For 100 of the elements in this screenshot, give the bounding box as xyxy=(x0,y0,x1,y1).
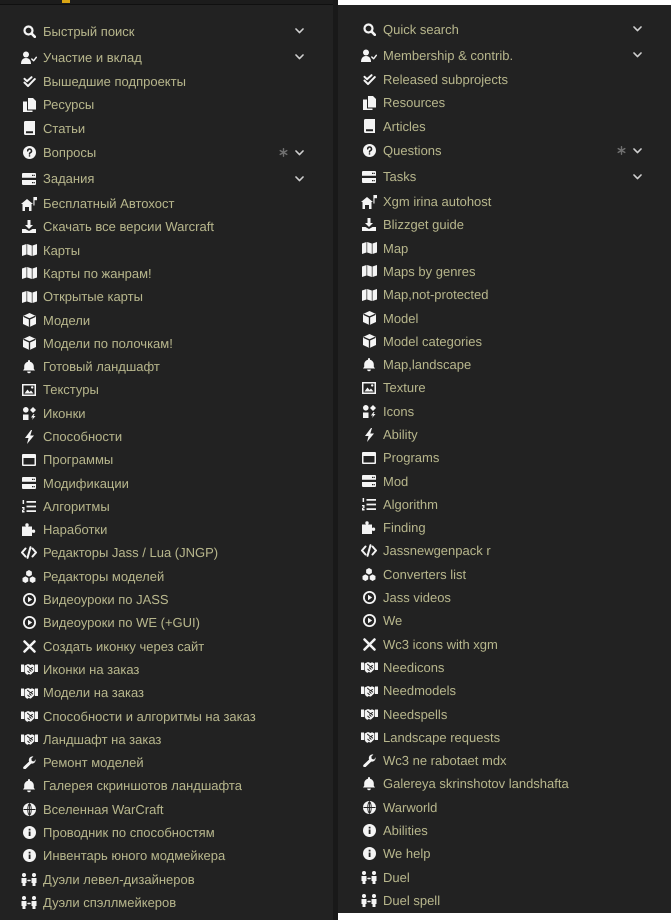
menu-link[interactable]: Дуэли спэллмейкеров xyxy=(20,894,176,910)
menu-link[interactable]: Ресурсы xyxy=(20,97,94,112)
menu-link[interactable]: Programs xyxy=(360,450,440,466)
menu-link[interactable]: Jass videos xyxy=(360,590,451,606)
menu-link[interactable]: Иконки на заказ xyxy=(20,662,140,677)
two-people-icon xyxy=(21,896,37,909)
menu-link[interactable]: Xgm irina autohost xyxy=(360,194,492,210)
chevron-down-icon[interactable] xyxy=(295,150,304,156)
search-icon xyxy=(22,24,36,38)
menu-link[interactable]: Articles xyxy=(360,118,426,134)
globe-icon xyxy=(362,800,376,814)
menu-link[interactable]: Наработки xyxy=(20,522,108,538)
chevron-down-icon[interactable] xyxy=(633,148,642,154)
menu-link[interactable]: Map xyxy=(360,240,408,256)
section-link[interactable]: Вопросы xyxy=(20,145,96,160)
chevron-down-icon[interactable] xyxy=(633,26,642,32)
menu-link[interactable]: Инвентарь юного модмейкера xyxy=(20,848,226,864)
chevron-down-icon[interactable] xyxy=(295,28,304,34)
menu-link[interactable]: Needmodels xyxy=(360,683,456,698)
menu-link[interactable]: Проводник по способностям xyxy=(20,825,215,840)
section-link[interactable]: Tasks xyxy=(360,169,416,184)
menu-link[interactable]: Редакторы Jass / Lua (JNGP) xyxy=(20,545,218,560)
menu-link[interactable]: Редакторы моделей xyxy=(20,568,164,584)
menu-link[interactable]: We xyxy=(360,613,402,628)
menu-link[interactable]: Abilities xyxy=(360,823,428,838)
menu-link[interactable]: Вселенная WarCraft xyxy=(20,802,164,817)
menu-link[interactable]: Бесплатный Автохост xyxy=(20,196,174,212)
cubes-icon xyxy=(362,568,376,581)
menu-link[interactable]: Иконки xyxy=(20,406,86,421)
menu-link[interactable]: Mod xyxy=(360,474,408,489)
handshake-icon xyxy=(360,684,378,697)
section-link[interactable]: Задания xyxy=(20,171,94,186)
menu-link[interactable]: Модификации xyxy=(20,476,129,491)
menu-link[interactable]: Wc3 icons with xgm xyxy=(360,636,498,652)
menu-link[interactable]: Алгоритмы xyxy=(20,498,110,514)
section-link[interactable]: Участие и вклад xyxy=(20,50,142,64)
menu-link[interactable]: Maps by genres xyxy=(360,264,476,279)
house-flag-icon xyxy=(21,196,37,211)
menu-link[interactable]: Map,not-protected xyxy=(360,287,489,302)
handshake-icon xyxy=(20,733,38,746)
handshake-icon xyxy=(20,710,38,722)
menu-link[interactable]: Ландшафт на заказ xyxy=(20,732,162,747)
menu-link[interactable]: Released subprojects xyxy=(360,72,508,88)
menu-link[interactable]: Needspells xyxy=(360,706,448,722)
menu-link[interactable]: Model xyxy=(360,310,418,326)
menu-link[interactable]: Видеоуроки по WE (+GUI) xyxy=(20,615,200,630)
menu-link[interactable]: Готовый ландшафт xyxy=(20,359,160,374)
menu-link[interactable]: Модели по полочкам! xyxy=(20,336,173,351)
menu-link[interactable]: Duel xyxy=(360,870,410,885)
menu-link[interactable]: Needicons xyxy=(360,660,444,675)
section-link[interactable]: Quick search xyxy=(360,22,459,36)
server-icon xyxy=(362,170,376,183)
menu-link[interactable]: Открытые карты xyxy=(20,289,143,304)
section-link[interactable]: Membership & contrib. xyxy=(360,48,514,62)
menu-link[interactable]: Wc3 ne rabotaet mdx xyxy=(360,753,507,768)
menu-link[interactable]: We help xyxy=(360,846,430,862)
menu-link[interactable]: Карты по жанрам! xyxy=(20,266,152,281)
menu-link[interactable]: Скачать все версии Warcraft xyxy=(20,219,214,234)
menu-link[interactable]: Модели xyxy=(20,312,90,328)
tools-icon xyxy=(22,640,36,653)
menu-link[interactable]: Resources xyxy=(360,95,446,110)
menu-link[interactable]: Galereya skrinshotov landshafta xyxy=(360,776,569,792)
menu-link[interactable]: Программы xyxy=(20,452,114,468)
symbols-icon xyxy=(22,406,36,420)
menu-link[interactable]: Landscape requests xyxy=(360,730,500,745)
menu-link[interactable]: Duel spell xyxy=(360,892,440,908)
menu-link[interactable]: Дуэли левел-дизайнеров xyxy=(20,872,195,887)
section-link[interactable]: Быстрый поиск xyxy=(20,24,134,38)
section-link[interactable]: Questions xyxy=(360,143,442,158)
double-check-icon xyxy=(362,74,376,86)
chevron-down-icon[interactable] xyxy=(295,176,304,182)
menu-link[interactable]: Видеоуроки по JASS xyxy=(20,592,169,608)
menu-link[interactable]: Icons xyxy=(360,404,414,419)
info-icon xyxy=(22,826,36,840)
menu-link[interactable]: Создать иконку через сайт xyxy=(20,638,204,654)
bell-icon xyxy=(363,358,375,372)
menu-link[interactable]: Статьи xyxy=(20,120,86,136)
menu-link[interactable]: Warworld xyxy=(360,800,438,815)
menu-link[interactable]: Галерея скриншотов ландшафта xyxy=(20,778,242,794)
chevron-down-icon[interactable] xyxy=(633,52,642,58)
menu-link[interactable]: Texture xyxy=(360,380,426,396)
menu-link[interactable]: Map,landscape xyxy=(360,357,472,372)
menu-link[interactable]: Model categories xyxy=(360,334,482,349)
menu-link[interactable]: Converters list xyxy=(360,566,466,582)
window-icon xyxy=(362,452,376,464)
menu-link[interactable]: Модели на заказ xyxy=(20,685,144,700)
menu-link[interactable]: Ремонт моделей xyxy=(20,755,144,770)
documents-icon xyxy=(362,96,376,110)
menu-link[interactable]: Blizzget guide xyxy=(360,217,464,232)
menu-link[interactable]: Jassnewgenpack r xyxy=(360,543,491,558)
menu-link[interactable]: Finding xyxy=(360,520,426,536)
menu-link[interactable]: Способности xyxy=(20,429,122,444)
chevron-down-icon[interactable] xyxy=(295,54,304,60)
menu-link[interactable]: Вышедшие подпроекты xyxy=(20,74,186,90)
menu-link[interactable]: Ability xyxy=(360,427,418,442)
chevron-down-icon[interactable] xyxy=(633,174,642,180)
menu-link[interactable]: Текстуры xyxy=(20,382,99,398)
menu-link[interactable]: Algorithm xyxy=(360,496,438,512)
menu-link[interactable]: Карты xyxy=(20,242,80,258)
menu-link[interactable]: Способности и алгоритмы на заказ xyxy=(20,708,256,724)
